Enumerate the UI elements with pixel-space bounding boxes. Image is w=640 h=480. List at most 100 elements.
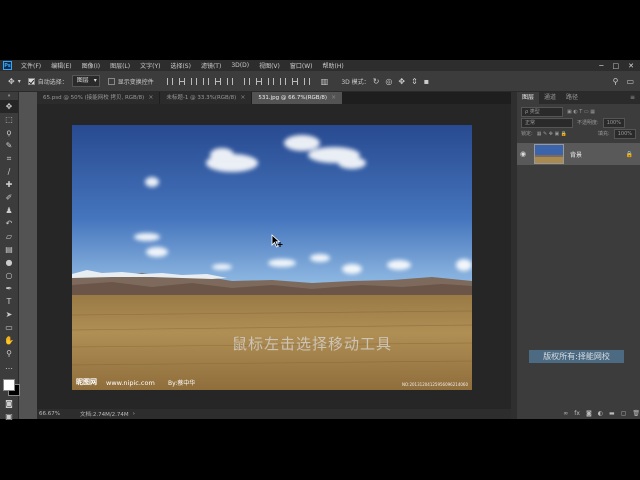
tab-untitled-1[interactable]: 未标题-1 @ 33.3%(RGB/8) × (160, 92, 253, 104)
search-icon[interactable]: ⚲ (613, 77, 619, 86)
distribute-bottom-icon[interactable] (267, 77, 274, 85)
menu-3d[interactable]: 3D(D) (226, 62, 254, 69)
tab-531-jpg[interactable]: 531.jpg @ 66.7%(RGB/8) × (252, 92, 344, 104)
gradient-tool-icon[interactable]: ▤ (0, 243, 18, 256)
lock-icons[interactable]: ▦ ✎ ✥ ▣ 🔒 (537, 131, 567, 137)
3d-rotate-icon[interactable]: ↻ (373, 77, 380, 86)
foreground-color-swatch[interactable] (3, 379, 15, 391)
path-select-tool-icon[interactable]: ➤ (0, 308, 18, 321)
brush-tool-icon[interactable]: ✐ (0, 191, 18, 204)
distribute-vcenter-icon[interactable] (255, 77, 262, 85)
menu-view[interactable]: 视图(V) (254, 61, 285, 70)
3d-scale-icon[interactable]: ▪ (424, 77, 429, 86)
3d-roll-icon[interactable]: ◎ (385, 77, 392, 86)
distribute-right-icon[interactable] (303, 77, 310, 85)
auto-select-checkbox[interactable] (27, 77, 35, 85)
close-button[interactable]: ✕ (628, 62, 634, 70)
filter-icons[interactable]: ▣ ◐ T ▭ ▦ (567, 109, 595, 115)
quick-mask-icon[interactable]: ◙ (0, 397, 18, 410)
canvas[interactable]: 昵图网 www.nipic.com By:蔡中华 NO:201312041259… (37, 104, 511, 409)
add-mask-icon[interactable]: ◙ (586, 410, 592, 417)
3d-slide-icon[interactable]: ⇕ (411, 77, 418, 86)
menu-edit[interactable]: 编辑(E) (46, 61, 76, 70)
panel-menu-icon[interactable]: ≡ (625, 92, 640, 104)
distribute-hcenter-icon[interactable] (291, 77, 298, 85)
dodge-tool-icon[interactable]: ○ (0, 269, 18, 282)
lasso-tool-icon[interactable]: ϙ (0, 126, 18, 139)
opacity-input[interactable]: 100% (602, 117, 625, 128)
menu-image[interactable]: 图像(I) (77, 61, 105, 70)
eye-icon[interactable]: ◉ (520, 150, 532, 158)
stamp-tool-icon[interactable]: ♟ (0, 204, 18, 217)
screen-mode-icon[interactable]: ▣ (0, 410, 18, 423)
close-icon[interactable]: × (148, 92, 153, 104)
collapse-toolbox-icon[interactable]: » (0, 92, 18, 100)
workspace-icon[interactable]: ▭ (626, 77, 634, 86)
align-right-icon[interactable] (226, 77, 233, 85)
fill-input[interactable]: 100% (613, 128, 636, 139)
menu-layer[interactable]: 图层(L) (105, 61, 135, 70)
history-brush-tool-icon[interactable]: ↶ (0, 217, 18, 230)
align-top-icon[interactable] (166, 77, 173, 85)
align-bottom-icon[interactable] (190, 77, 197, 85)
tab-paths[interactable]: 路径 (561, 92, 583, 104)
auto-select-dropdown[interactable]: 图层 (71, 75, 100, 87)
pen-tool-icon[interactable]: ✒ (0, 282, 18, 295)
maximize-button[interactable]: □ (613, 62, 620, 70)
align-vcenter-icon[interactable] (178, 77, 185, 85)
menu-select[interactable]: 选择(S) (165, 61, 196, 70)
move-tool-icon[interactable]: ✥ (8, 77, 15, 86)
layer-style-icon[interactable]: fx (574, 410, 580, 417)
layers-panel: 图层 通道 路径 ≡ ρ 类型 ▣ ◐ T ▭ ▦ 正常 不透明度: 100% … (517, 92, 640, 419)
auto-align-icon[interactable]: ▥ (321, 77, 329, 86)
adjustment-layer-icon[interactable]: ◐ (598, 410, 603, 417)
expand-icon[interactable]: › (133, 411, 135, 417)
tab-channels[interactable]: 通道 (539, 92, 561, 104)
close-icon[interactable]: × (331, 92, 336, 104)
layer-kind-filter[interactable]: ρ 类型 (521, 106, 563, 117)
blur-tool-icon[interactable]: ● (0, 256, 18, 269)
menu-file[interactable]: 文件(F) (16, 61, 46, 70)
shape-tool-icon[interactable]: ▭ (0, 321, 18, 334)
quick-select-tool-icon[interactable]: ✎ (0, 139, 18, 152)
type-tool-icon[interactable]: T (0, 295, 18, 308)
marquee-tool-icon[interactable]: ⬚ (0, 113, 18, 126)
zoom-tool-icon[interactable]: ⚲ (0, 347, 18, 360)
show-transform-checkbox[interactable] (107, 77, 115, 85)
distribute-top-icon[interactable] (243, 77, 250, 85)
menu-window[interactable]: 窗口(W) (285, 61, 318, 70)
close-icon[interactable]: × (240, 92, 245, 104)
delete-layer-icon[interactable]: 🗑 (632, 410, 640, 417)
hand-tool-icon[interactable]: ✋ (0, 334, 18, 347)
eraser-tool-icon[interactable]: ▱ (0, 230, 18, 243)
tab-65-psd[interactable]: 65.psd @ 50% (接能网校 拷贝, RGB/8) × (37, 92, 161, 104)
minimize-button[interactable]: ─ (599, 62, 603, 70)
document-tabs: 65.psd @ 50% (接能网校 拷贝, RGB/8) × 未标题-1 @ … (37, 92, 511, 104)
menu-filter[interactable]: 滤镜(T) (196, 61, 226, 70)
link-layers-icon[interactable]: ∞ (563, 410, 568, 417)
chevron-down-icon[interactable]: ▾ (18, 78, 21, 85)
eyedropper-tool-icon[interactable]: ∕ (0, 165, 18, 178)
tab-layers[interactable]: 图层 (517, 92, 540, 104)
auto-select-label: 自动选择： (37, 78, 68, 86)
distribute-left-icon[interactable] (279, 77, 286, 85)
photoshop-logo-icon: Ps (3, 61, 12, 70)
menu-type[interactable]: 文字(Y) (135, 61, 165, 70)
new-group-icon[interactable]: ▬ (609, 410, 615, 417)
more-tools-icon[interactable]: … (0, 360, 18, 373)
move-tool-icon[interactable]: ✥ (0, 100, 18, 113)
tab-label: 未标题-1 @ 33.3%(RGB/8) (166, 95, 237, 101)
new-layer-icon[interactable]: ▢ (621, 410, 627, 417)
align-left-icon[interactable] (202, 77, 209, 85)
3d-pan-icon[interactable]: ✥ (398, 77, 405, 86)
blend-mode-select[interactable]: 正常 (521, 117, 573, 128)
crop-tool-icon[interactable]: ⌗ (0, 152, 18, 165)
layer-row-background[interactable]: ◉ 背景 🔒 (517, 143, 640, 165)
document-area: 65.psd @ 50% (接能网校 拷贝, RGB/8) × 未标题-1 @ … (37, 92, 511, 419)
lock-row: 锁定: ▦ ✎ ✥ ▣ 🔒 填充: 100% (517, 128, 640, 139)
align-hcenter-icon[interactable] (214, 77, 221, 85)
zoom-level[interactable]: 66.67% (39, 411, 60, 417)
lock-label: 锁定: (521, 131, 533, 137)
menu-help[interactable]: 帮助(H) (318, 61, 349, 70)
healing-tool-icon[interactable]: ✚ (0, 178, 18, 191)
